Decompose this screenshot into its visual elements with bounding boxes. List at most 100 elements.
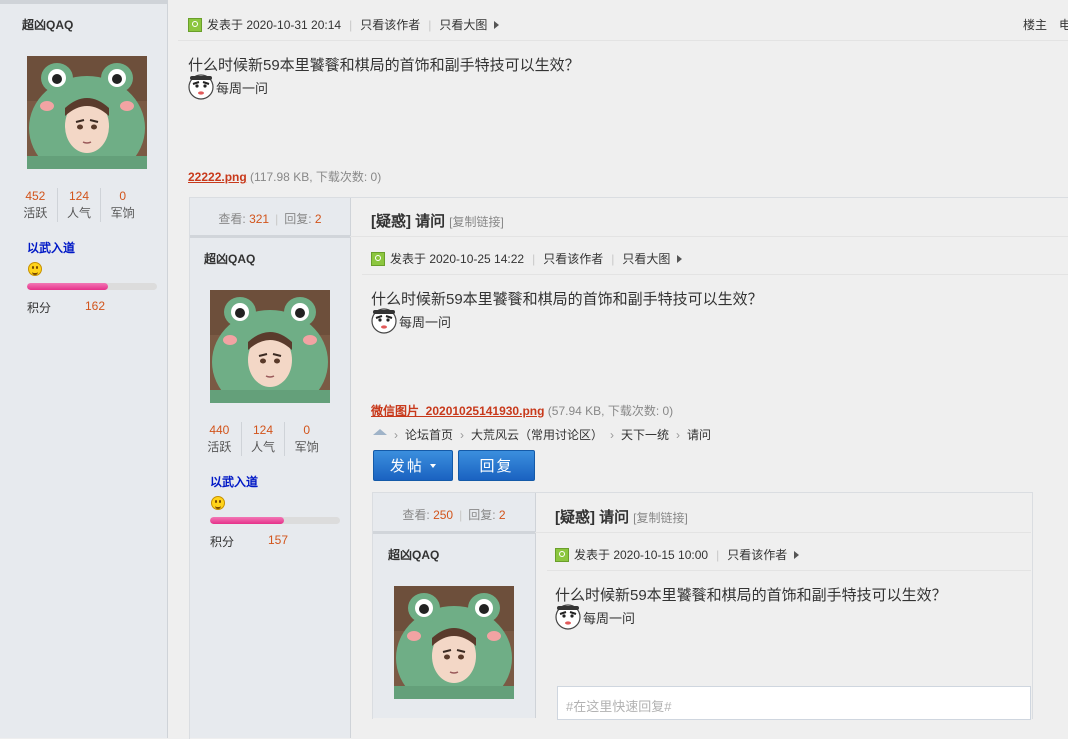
- weekly-question: 每周一问: [555, 604, 635, 630]
- chevron-right-icon: ›: [676, 427, 681, 442]
- face-emoticon-icon: [188, 74, 214, 100]
- avatar[interactable]: [27, 56, 147, 169]
- quick-reply-input[interactable]: #在这里快速回复#: [557, 686, 1031, 720]
- divider: [547, 570, 1031, 571]
- stat-money: 0 军饷: [101, 188, 144, 222]
- thread-title: [疑惑] 请问 [复制链接]: [371, 210, 504, 231]
- weekly-text: 每周一问: [216, 80, 269, 96]
- only-author-link[interactable]: 只看该作者: [543, 250, 603, 267]
- smile-icon: [28, 262, 42, 276]
- online-status-icon: [371, 251, 385, 266]
- post-time: 发表于 2020-10-25 14:22: [390, 252, 525, 266]
- divider: [190, 235, 350, 238]
- breadcrumb-item[interactable]: 大荒风云（常用讨论区）: [471, 426, 603, 443]
- big-image-link[interactable]: 只看大图: [622, 250, 670, 267]
- online-status-icon: [188, 17, 202, 32]
- post-content: 什么时候新59本里饕餮和棋局的首饰和副手特技可以生效？: [555, 587, 947, 604]
- user-sidebar: [190, 198, 351, 738]
- attachment-link[interactable]: 22222.png: [188, 170, 247, 184]
- attachment: 微信图片_20201025141930.png (57.94 KB, 下载次数:…: [371, 402, 673, 419]
- stat-popularity: 124 人气: [58, 188, 102, 222]
- views-label: 查看:: [402, 508, 430, 522]
- thread-title-text: [疑惑] 请问: [371, 213, 446, 230]
- level-progress-fill: [27, 283, 108, 290]
- user-rank[interactable]: 以武入道: [27, 239, 75, 256]
- floor-label: 楼主: [1023, 18, 1048, 32]
- chevron-right-icon: ›: [460, 427, 465, 442]
- stat-label: 军饷: [294, 440, 319, 454]
- stat-money: 0 军饷: [285, 422, 328, 456]
- big-image-link[interactable]: 只看大图: [439, 16, 487, 33]
- user-stats: 452 活跃 124 人气 0 军饷: [14, 188, 144, 222]
- attachment-info: (117.98 KB, 下载次数: 0): [250, 170, 382, 184]
- thread-title: [疑惑] 请问 [复制链接]: [555, 506, 688, 527]
- divider: [362, 274, 1068, 275]
- avatar[interactable]: [394, 586, 514, 699]
- chevron-right-icon: ›: [394, 427, 398, 442]
- new-post-button[interactable]: 发帖: [373, 450, 453, 481]
- score-value: 162: [85, 299, 106, 313]
- views-count: 250: [433, 508, 454, 522]
- replies-label: 回复:: [468, 508, 496, 522]
- avatar[interactable]: [210, 290, 330, 403]
- attachment-info: (57.94 KB, 下载次数: 0): [547, 404, 674, 418]
- post-meta: 发表于 2020-10-15 10:00 | 只看该作者: [555, 546, 800, 563]
- post-content: 什么时候新59本里饕餮和棋局的首饰和副手特技可以生效？: [371, 291, 763, 308]
- breadcrumb-item[interactable]: 请问: [687, 426, 711, 443]
- attachment: 22222.png (117.98 KB, 下载次数: 0): [188, 168, 381, 185]
- chevron-right-icon: [677, 254, 683, 263]
- stat-label: 军饷: [110, 206, 135, 220]
- stat-label: 活跃: [23, 206, 48, 220]
- floor-extra: 电: [1059, 18, 1068, 32]
- chevron-right-icon: [794, 550, 800, 559]
- sidebar-top-strip: [0, 0, 167, 4]
- post-time: 发表于 2020-10-15 10:00: [574, 548, 709, 562]
- home-icon[interactable]: [373, 428, 387, 435]
- breadcrumb-item[interactable]: 论坛首页: [405, 426, 453, 443]
- username[interactable]: 超凶QAQ: [22, 16, 73, 33]
- copy-link[interactable]: [复制链接]: [449, 215, 504, 229]
- stat-value[interactable]: 440: [198, 422, 241, 438]
- level-progress-fill: [210, 517, 285, 524]
- new-post-label: 发帖: [389, 458, 424, 475]
- user-stats: 440 活跃 124 人气 0 军饷: [198, 422, 328, 456]
- username[interactable]: 超凶QAQ: [204, 250, 255, 267]
- score-label: 积分: [210, 535, 235, 549]
- replies-count: 2: [498, 508, 506, 522]
- online-status-icon: [555, 547, 569, 562]
- caret-down-icon: [430, 464, 437, 468]
- stat-label: 活跃: [207, 440, 232, 454]
- copy-link[interactable]: [复制链接]: [633, 511, 688, 525]
- only-author-link[interactable]: 只看该作者: [360, 16, 420, 33]
- stat-label: 人气: [251, 440, 276, 454]
- reply-button[interactable]: 回复: [458, 450, 535, 481]
- stat-value[interactable]: 452: [14, 188, 57, 204]
- username[interactable]: 超凶QAQ: [388, 546, 439, 563]
- divider: |: [459, 508, 463, 522]
- only-author-link[interactable]: 只看该作者: [727, 546, 787, 563]
- divider: [535, 532, 1031, 533]
- user-rank[interactable]: 以武入道: [210, 473, 258, 490]
- score-label: 积分: [27, 301, 52, 315]
- divider: [178, 40, 1068, 41]
- replies-label: 回复:: [284, 212, 312, 226]
- post-meta: 发表于 2020-10-25 14:22 | 只看该作者 | 只看大图: [371, 250, 683, 267]
- stat-value[interactable]: 0: [101, 188, 144, 204]
- level-progress-bar: [27, 283, 157, 290]
- weekly-text: 每周一问: [399, 314, 452, 330]
- stat-label: 人气: [67, 206, 92, 220]
- stat-value[interactable]: 124: [242, 422, 285, 438]
- thread-title-text: [疑惑] 请问: [555, 509, 630, 526]
- stat-value[interactable]: 0: [285, 422, 328, 438]
- stat-value[interactable]: 124: [58, 188, 101, 204]
- chevron-right-icon: ›: [610, 427, 615, 442]
- stat-activity: 440 活跃: [198, 422, 242, 456]
- weekly-question: 每周一问: [371, 308, 451, 334]
- post-time: 发表于 2020-10-31 20:14: [207, 18, 342, 32]
- breadcrumb-item[interactable]: 天下一统: [621, 426, 669, 443]
- view-reply-count: 查看: 321 | 回复: 2: [190, 210, 350, 227]
- views-count: 321: [249, 212, 270, 226]
- divider: |: [428, 17, 432, 32]
- divider: |: [532, 251, 536, 266]
- attachment-link[interactable]: 微信图片_20201025141930.png: [371, 404, 544, 418]
